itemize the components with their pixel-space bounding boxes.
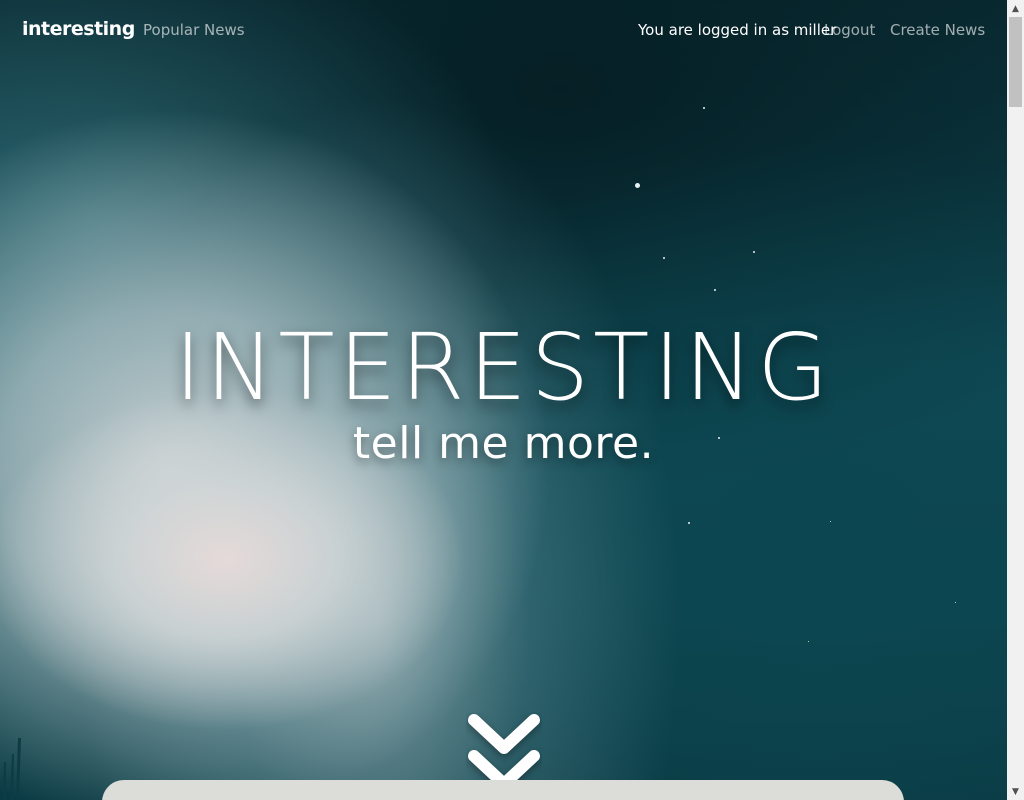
star: [714, 289, 716, 291]
create-news-link[interactable]: Create News: [890, 21, 985, 39]
star: [753, 251, 755, 253]
top-navbar: interesting Popular News You are logged …: [0, 0, 1007, 62]
triangle-down-icon[interactable]: ▼: [1007, 783, 1024, 800]
hero-subtitle: tell me more.: [352, 418, 655, 469]
nav-popular-news[interactable]: Popular News: [143, 21, 245, 39]
star: [688, 522, 690, 524]
hero-title: INTERESTING: [174, 314, 833, 421]
scrollbar-thumb[interactable]: [1009, 17, 1022, 107]
star: [955, 602, 956, 603]
star: [703, 107, 705, 109]
vertical-scrollbar[interactable]: ▲ ▼: [1007, 0, 1024, 800]
triangle-up-icon[interactable]: ▲: [1007, 0, 1024, 17]
content-card: [102, 780, 904, 800]
brand-logo[interactable]: interesting: [22, 18, 135, 40]
star: [663, 257, 665, 259]
logged-in-status: You are logged in as miller: [638, 21, 837, 39]
star: [830, 521, 831, 522]
star: [808, 641, 809, 642]
plant-silhouette: [3, 738, 21, 800]
logout-link[interactable]: Logout: [824, 21, 875, 39]
star: [635, 183, 640, 188]
